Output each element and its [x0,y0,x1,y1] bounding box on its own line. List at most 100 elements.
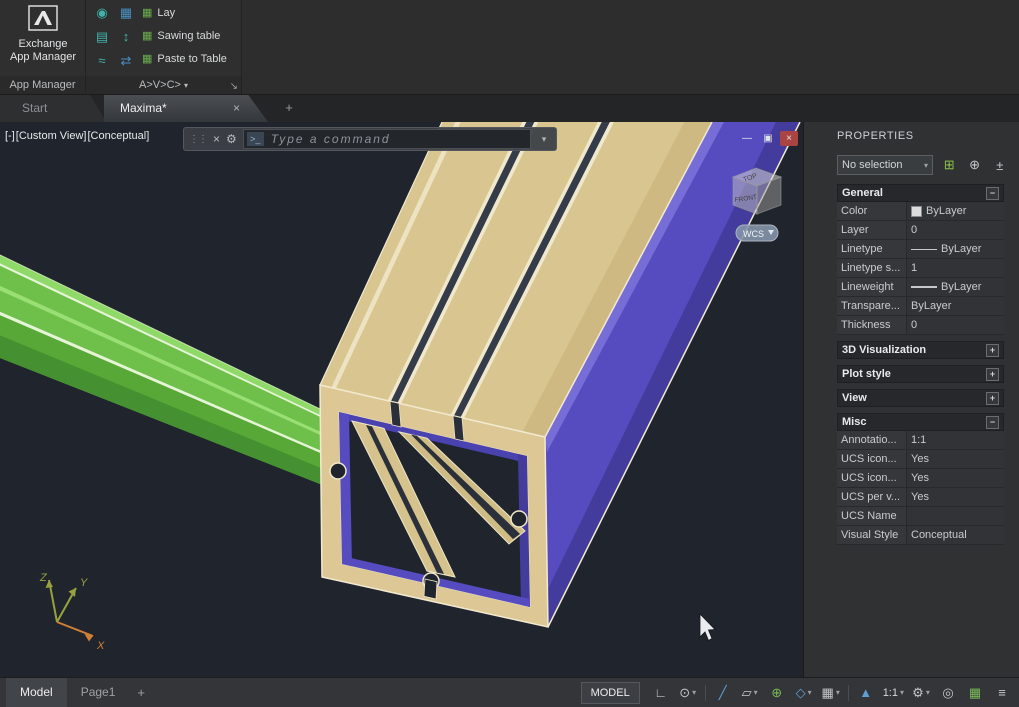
command-input[interactable]: >_ Type a command [243,129,531,149]
object-snap-tracking-button[interactable]: ⊕ [764,681,790,705]
command-line-bar: ⋮⋮ × ⚙ >_ Type a command ▾ [183,127,557,151]
sawing-table-label: Sawing table [157,30,220,42]
object-snap-3d-dropdown[interactable]: ▦▾ [818,681,844,705]
snap-mode-icon: ∟ [654,685,667,700]
property-row-lineweight: Lineweight ByLayer [837,278,1004,297]
avc-tool-icon-2[interactable]: ▤ [92,27,112,46]
property-row-visual-style: Visual Style Conceptual [837,526,1004,545]
avc-tool-column-1: ◉ ▤ ≈ [92,3,112,70]
new-layout-button[interactable]: + [129,678,153,707]
restore-button[interactable]: ▣ [759,131,777,146]
close-button[interactable]: × [780,131,798,146]
avc-panel-caret-icon: ▾ [184,81,188,90]
section-plot-toggle-icon[interactable]: + [986,368,999,381]
snap-mode-button[interactable]: ∟ [648,681,674,705]
layout-tab-model[interactable]: Model [6,678,67,707]
graphics-performance-icon: ▦ [969,685,981,701]
drawing-window-controls: — ▣ × [738,131,798,146]
tab-close-icon[interactable]: × [233,95,240,122]
ucs-y-label: Y [80,577,88,589]
viewport-style-button[interactable]: [Conceptual] [88,130,150,142]
ortho-mode-icon: ╱ [719,685,727,701]
object-snap-dropdown[interactable]: ◇▾ [791,681,817,705]
ribbon-panel-app-manager: Exchange App Manager App Manager [0,0,86,94]
select-objects-icon[interactable]: ⊕ [965,157,983,173]
command-close-icon[interactable]: × [213,132,220,146]
isometric-caret-icon: ▾ [754,688,758,697]
paste-to-table-label: Paste to Table [157,53,227,65]
tab-start[interactable]: Start [0,95,106,122]
green-profile-object[interactable] [0,255,360,500]
viewport-menu-button[interactable]: [-] [5,130,15,142]
annotation-visibility-button[interactable]: ▲ [853,681,879,705]
lay-button[interactable]: ▦ Lay [142,3,227,22]
drawing-area[interactable]: TOP FRONT WCS Z Y X [0,122,803,677]
wcs-menu[interactable]: WCS [736,225,778,241]
lay-label: Lay [157,7,175,19]
minimize-button[interactable]: — [738,131,756,146]
annotation-scale-dropdown[interactable]: 1:1▾ [880,681,907,705]
snap-settings-icon: ⊙ [679,685,690,701]
property-row-linetype: Linetype ByLayer [837,240,1004,259]
annotation-monitor-icon: ◎ [942,685,953,701]
section-general-toggle-icon[interactable]: − [986,187,999,200]
layout-tabs: Model Page1 + [6,678,153,707]
viewcube[interactable]: TOP FRONT [733,168,781,214]
new-tab-button[interactable]: + [281,100,297,116]
quick-select-icon[interactable]: ⊞ [940,157,958,173]
section-3d-toggle-icon[interactable]: + [986,344,999,357]
model-space-button[interactable]: MODEL [581,682,640,704]
annotation-monitor-button[interactable]: ◎ [935,681,961,705]
isometric-drafting-dropdown[interactable]: ▱▾ [737,681,763,705]
property-row-ucs-icon-origin: UCS icon... Yes [837,469,1004,488]
selection-dropdown[interactable]: No selection ▾ [837,155,933,175]
tab-maxima[interactable]: Maxima* × [104,95,268,122]
command-history-caret-icon[interactable]: ▾ [537,134,551,145]
section-view-toggle-icon[interactable]: + [986,392,999,405]
annotation-visibility-icon: ▲ [859,685,872,700]
section-header-misc[interactable]: Misc − [837,413,1004,431]
section-misc: Misc − Annotatio... 1:1 UCS icon... Yes … [837,413,1004,545]
aluminum-profile-object[interactable] [320,122,800,627]
sawing-table-button[interactable]: ▦ Sawing table [142,26,227,45]
section-header-general[interactable]: General − [837,184,1004,202]
property-row-ucs-name: UCS Name [837,507,1004,526]
snap-settings-dropdown[interactable]: ⊙▾ [675,681,701,705]
avc-tool-icon-4[interactable]: ▦ [116,3,136,22]
section-header-3d-visualization[interactable]: 3D Visualization + [837,341,1004,359]
ribbon: Exchange App Manager App Manager ◉ ▤ ≈ ▦… [0,0,1019,95]
property-row-color: Color ByLayer [837,202,1004,221]
ortho-mode-button[interactable]: ╱ [710,681,736,705]
graphics-performance-button[interactable]: ▦ [962,681,988,705]
section-header-view[interactable]: View + [837,389,1004,407]
workspace-gear-icon: ⚙ [912,685,924,701]
avc-tool-icon-6[interactable]: ⇄ [116,51,136,70]
toggle-pickadd-icon[interactable]: ± [991,158,1009,173]
section-misc-toggle-icon[interactable]: − [986,416,999,429]
command-customize-icon[interactable]: ⚙ [226,132,237,146]
avc-item-column: ▦ Lay ▦ Sawing table ▦ Paste to Table [142,3,227,68]
avc-tool-icon-3[interactable]: ≈ [92,51,112,70]
avc-tool-icon-1[interactable]: ◉ [92,3,112,22]
autocad-window: Exchange App Manager App Manager ◉ ▤ ≈ ▦… [0,0,1019,707]
command-grip-handle[interactable]: ⋮⋮ [189,134,207,145]
snap-settings-caret-icon: ▾ [692,688,696,697]
avc-tool-icon-5[interactable]: ↕ [116,27,136,46]
panel-title-avc[interactable]: A>V>C>▾ [86,76,241,94]
property-row-layer: Layer 0 [837,221,1004,240]
command-placeholder: Type a command [271,132,391,146]
viewport-view-button[interactable]: [Custom View] [16,130,87,142]
isometric-drafting-icon: ▱ [742,685,752,701]
layout-tab-page1[interactable]: Page1 [67,678,130,707]
status-bar-tray: MODEL ∟ ⊙▾ ╱ ▱▾ ⊕ ◇▾ ▦▾ ▲ 1:1▾ ⚙▾ ◎ ▦ ≡ [581,678,1015,707]
selection-value: No selection [842,159,903,171]
model-viewport: TOP FRONT WCS Z Y X [0,122,803,677]
workspace-switching-dropdown[interactable]: ⚙▾ [908,681,934,705]
section-view: View + [837,389,1004,407]
customization-menu-button[interactable]: ≡ [989,681,1015,705]
paste-to-table-button[interactable]: ▦ Paste to Table [142,49,227,68]
section-header-plot-style[interactable]: Plot style + [837,365,1004,383]
exchange-app-manager-button[interactable]: Exchange App Manager [0,0,86,76]
section-plot-style: Plot style + [837,365,1004,383]
panel-launcher-icon[interactable]: ↘ [230,81,238,92]
